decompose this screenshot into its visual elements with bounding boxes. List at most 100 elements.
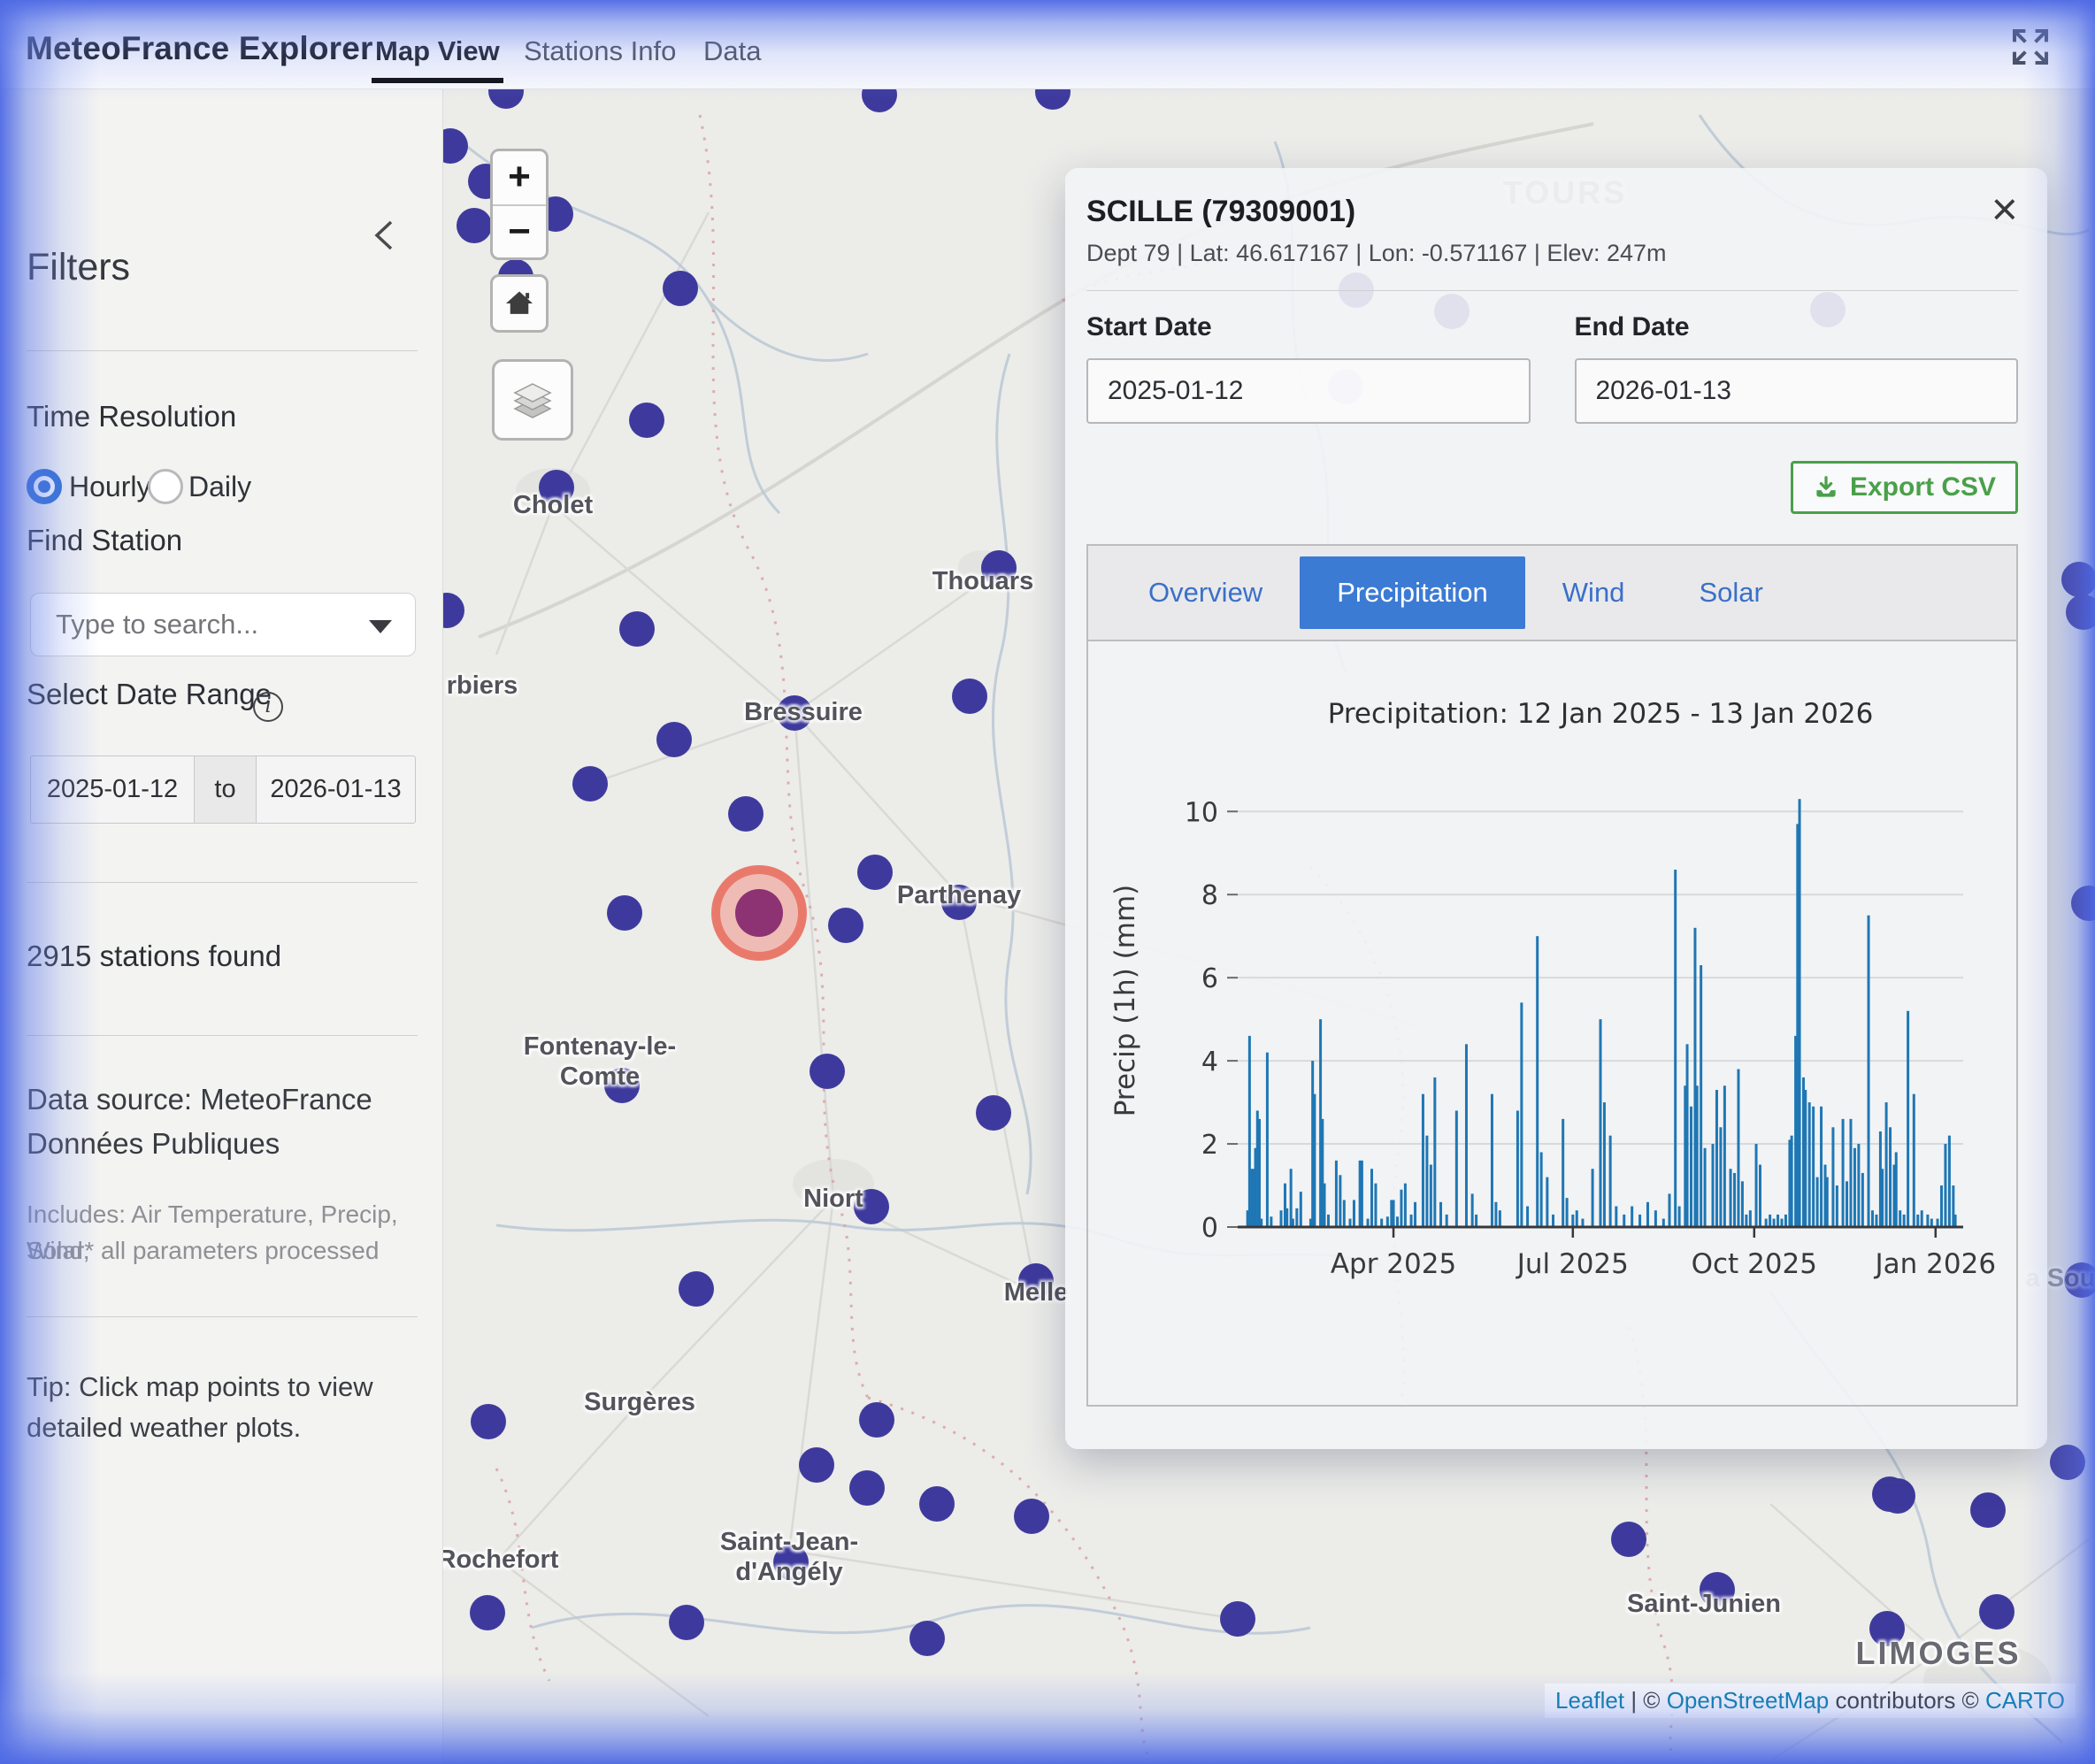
tab-overview[interactable]: Overview — [1111, 556, 1300, 629]
end-date-label: End Date — [1575, 312, 2019, 342]
selected-station-marker[interactable] — [711, 865, 807, 961]
tab-stations-info[interactable]: Stations Info — [524, 35, 676, 67]
leaflet-link[interactable]: Leaflet — [1555, 1687, 1624, 1714]
station-dot[interactable] — [2064, 1262, 2095, 1298]
chart-title: Precipitation: 12 Jan 2025 - 13 Jan 2026 — [1328, 698, 1874, 730]
zoom-out-button[interactable]: − — [493, 206, 546, 259]
divider — [27, 882, 418, 883]
tab-solar[interactable]: Solar — [1661, 556, 1800, 629]
station-dot[interactable] — [849, 1470, 885, 1506]
attribution-sep: | © — [1624, 1687, 1667, 1714]
date-from[interactable]: 2025-01-12 — [31, 756, 194, 823]
station-dot[interactable] — [1970, 1492, 2006, 1528]
radio-hourly[interactable] — [27, 469, 62, 504]
svg-text:10: 10 — [1185, 797, 1218, 828]
station-dot[interactable] — [952, 679, 987, 714]
osm-link[interactable]: OpenStreetMap — [1667, 1687, 1830, 1714]
home-button[interactable] — [490, 274, 549, 333]
tab-precipitation[interactable]: Precipitation — [1300, 556, 1525, 629]
station-dot[interactable] — [663, 271, 698, 306]
includes-line2: Solar* all parameters processed — [27, 1232, 379, 1269]
station-dot[interactable] — [1880, 1478, 1915, 1514]
station-dot[interactable] — [1220, 1601, 1255, 1637]
station-dot[interactable] — [773, 1545, 809, 1580]
export-csv-button[interactable]: Export CSV — [1791, 461, 2018, 514]
station-dot[interactable] — [810, 1054, 845, 1089]
station-dot[interactable] — [604, 1068, 640, 1103]
station-dot[interactable] — [470, 1595, 505, 1630]
station-popup: SCILLE (79309001) × Dept 79 | Lat: 46.61… — [1065, 168, 2047, 1449]
station-dot[interactable] — [919, 1486, 955, 1522]
station-dot[interactable] — [572, 766, 608, 801]
station-dot[interactable] — [629, 403, 664, 438]
filters-heading: Filters — [27, 246, 130, 289]
station-dot[interactable] — [981, 550, 1017, 586]
end-date-input[interactable] — [1575, 358, 2019, 424]
chevron-down-icon[interactable] — [369, 620, 392, 633]
data-source-line2: Données Publiques — [27, 1122, 280, 1166]
layers-button[interactable] — [492, 359, 573, 441]
station-dot[interactable] — [1700, 1572, 1735, 1607]
tab-map-view[interactable]: Map View — [375, 35, 500, 67]
radio-daily[interactable] — [148, 469, 183, 504]
station-dot[interactable] — [854, 1189, 889, 1224]
station-dot[interactable] — [799, 1447, 834, 1483]
home-icon — [503, 287, 536, 320]
station-dot[interactable] — [1611, 1522, 1646, 1557]
date-range-label: Select Date Range — [27, 678, 272, 711]
station-search-input[interactable] — [54, 599, 367, 650]
stations-found-count: 2915 stations found — [27, 940, 281, 973]
station-dot[interactable] — [2050, 1445, 2085, 1480]
station-dot[interactable] — [1979, 1594, 2014, 1630]
fullscreen-icon[interactable] — [2007, 23, 2054, 71]
station-dot[interactable] — [1869, 1611, 1905, 1646]
data-source-line1: Data source: MeteoFrance — [27, 1078, 372, 1122]
station-dot[interactable] — [1014, 1499, 1049, 1534]
tip-line1: Tip: Click map points to view — [27, 1367, 373, 1407]
date-range-to-word: to — [194, 756, 257, 823]
station-dot[interactable] — [828, 908, 863, 943]
precipitation-chart-panel: Precipitation: 12 Jan 2025 - 13 Jan 2026… — [1086, 641, 2018, 1407]
carto-link[interactable]: CARTO — [1985, 1687, 2065, 1714]
station-dot[interactable] — [728, 796, 764, 832]
svg-text:Apr 2025: Apr 2025 — [1331, 1248, 1456, 1280]
divider — [27, 1316, 418, 1317]
station-dot[interactable] — [859, 1402, 894, 1438]
layers-icon — [508, 375, 557, 425]
start-date-input[interactable] — [1086, 358, 1531, 424]
station-dot[interactable] — [679, 1271, 714, 1307]
tab-data[interactable]: Data — [703, 35, 761, 67]
station-dot[interactable] — [2066, 594, 2095, 630]
station-dot[interactable] — [607, 895, 642, 931]
station-dot[interactable] — [619, 611, 655, 647]
station-dot[interactable] — [857, 855, 893, 890]
station-search-box — [30, 593, 416, 656]
sidebar-collapse-icon[interactable] — [370, 218, 396, 253]
divider — [27, 1035, 418, 1036]
zoom-in-button[interactable]: + — [493, 151, 546, 204]
station-dot[interactable] — [1018, 1263, 1054, 1299]
tab-wind[interactable]: Wind — [1525, 556, 1662, 629]
svg-text:6: 6 — [1201, 963, 1218, 994]
svg-text:4: 4 — [1201, 1047, 1218, 1078]
date-to[interactable]: 2026-01-13 — [257, 756, 415, 823]
svg-text:Oct 2025: Oct 2025 — [1692, 1248, 1817, 1280]
station-dot[interactable] — [909, 1621, 945, 1656]
station-dot[interactable] — [941, 885, 977, 920]
export-csv-label: Export CSV — [1850, 472, 1996, 502]
station-dot[interactable] — [2061, 562, 2095, 597]
tip-line2: detailed weather plots. — [27, 1407, 301, 1448]
info-icon[interactable]: i — [253, 692, 283, 722]
divider — [1086, 290, 2018, 291]
station-dot[interactable] — [457, 208, 492, 243]
station-dot[interactable] — [471, 1404, 506, 1439]
close-icon[interactable]: × — [1991, 195, 2018, 225]
station-dot[interactable] — [669, 1605, 704, 1640]
map-attribution: Leaflet | © OpenStreetMap contributors ©… — [1545, 1683, 2076, 1718]
station-dot[interactable] — [656, 722, 692, 757]
station-dot[interactable] — [777, 695, 812, 731]
station-dot[interactable] — [539, 470, 574, 505]
chart-y-axis-label: Precip (1h) (mm) — [1109, 885, 1141, 1116]
svg-text:8: 8 — [1201, 880, 1218, 911]
station-dot[interactable] — [976, 1095, 1011, 1131]
